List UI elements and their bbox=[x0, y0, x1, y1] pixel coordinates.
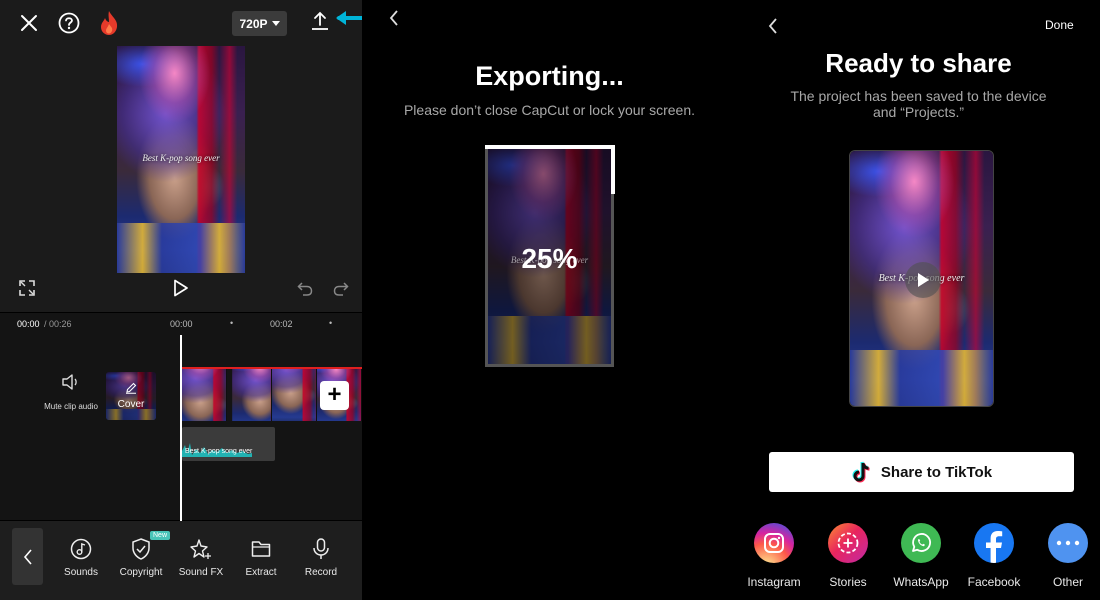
tool-extract[interactable]: Extract bbox=[231, 537, 291, 578]
clip-frame bbox=[227, 369, 272, 421]
progress-border-top bbox=[485, 145, 614, 149]
tool-sounds[interactable]: Sounds bbox=[51, 537, 111, 578]
current-time: 00:00 bbox=[17, 319, 40, 329]
share-title: Ready to share bbox=[825, 48, 1012, 78]
mute-clip-audio-label[interactable]: Mute clip audio bbox=[40, 402, 102, 411]
share-whatsapp[interactable]: WhatsApp bbox=[886, 523, 956, 589]
share-target-label: WhatsApp bbox=[893, 575, 949, 589]
annotation-arrow-icon bbox=[335, 9, 362, 27]
toolbar-back-button[interactable] bbox=[12, 528, 43, 585]
tool-sound-fx[interactable]: Sound FX bbox=[171, 537, 231, 578]
tool-copyright[interactable]: Copyright bbox=[111, 537, 171, 578]
speaker-icon[interactable] bbox=[60, 373, 80, 391]
video-preview[interactable]: Best K-pop song ever bbox=[117, 46, 245, 273]
export-percentage: 25% bbox=[521, 243, 578, 274]
play-icon[interactable] bbox=[171, 278, 191, 298]
exporting-panel: Exporting... Please don’t close CapCut o… bbox=[362, 0, 737, 600]
sparkle-star-icon bbox=[171, 537, 231, 561]
clip-frame bbox=[272, 369, 317, 421]
fullscreen-icon[interactable] bbox=[18, 279, 36, 297]
text-track-label: Best K-pop song ever bbox=[185, 448, 253, 455]
tool-label: Extract bbox=[245, 567, 277, 578]
ruler-dot: • bbox=[329, 318, 333, 328]
tool-label: Record bbox=[304, 567, 338, 578]
cover-button[interactable]: Cover bbox=[106, 372, 156, 420]
facebook-icon bbox=[974, 523, 1014, 563]
exporting-subtitle: Please don’t close CapCut or lock your s… bbox=[403, 102, 696, 118]
editor-panel: 720P Best K-pop song ever 00:00 / 00:26 … bbox=[0, 0, 362, 600]
back-chevron-icon[interactable] bbox=[384, 8, 404, 28]
share-to-tiktok-label: Share to TikTok bbox=[880, 463, 993, 481]
clip-frame bbox=[182, 369, 227, 421]
share-target-label: Facebook bbox=[967, 575, 1021, 589]
share-target-label: Instagram bbox=[747, 575, 801, 589]
tool-record[interactable]: Record bbox=[291, 537, 351, 578]
redo-icon[interactable] bbox=[332, 279, 350, 297]
ruler-mark: 00:00 bbox=[170, 319, 193, 329]
shield-check-icon bbox=[111, 537, 171, 561]
ruler-mark: 00:02 bbox=[270, 319, 293, 329]
progress-border-right bbox=[611, 145, 615, 194]
video-caption: Best K-pop song ever bbox=[142, 153, 220, 163]
share-target-label: Stories bbox=[829, 575, 867, 589]
tiktok-icon bbox=[852, 461, 870, 483]
undo-icon[interactable] bbox=[296, 279, 314, 297]
share-panel: Done Ready to share The project has been… bbox=[737, 0, 1100, 600]
share-stories[interactable]: Stories bbox=[813, 523, 883, 589]
export-upload-icon[interactable] bbox=[309, 10, 331, 32]
pencil-icon bbox=[124, 381, 138, 395]
flame-icon[interactable] bbox=[97, 9, 121, 37]
share-facebook[interactable]: Facebook bbox=[959, 523, 1029, 589]
folder-icon bbox=[231, 537, 291, 561]
tool-label: Copyright bbox=[119, 567, 163, 578]
exported-video-preview[interactable]: Best K-pop song ever bbox=[849, 150, 994, 407]
chevron-left-icon bbox=[23, 548, 32, 565]
total-time: / 00:26 bbox=[44, 319, 72, 329]
share-to-tiktok-button[interactable]: Share to TikTok bbox=[769, 452, 1074, 492]
add-clip-button[interactable]: + bbox=[320, 381, 349, 410]
playhead[interactable] bbox=[180, 335, 182, 521]
instagram-icon bbox=[754, 523, 794, 563]
time-ruler: 00:00 / 00:26 00:00 • 00:02 • bbox=[0, 313, 362, 335]
exporting-title: Exporting... bbox=[475, 61, 624, 91]
caret-down-icon bbox=[271, 21, 280, 26]
help-icon[interactable] bbox=[57, 11, 81, 35]
text-track-clip[interactable]: Best K-pop song ever bbox=[182, 427, 275, 461]
done-button[interactable]: Done bbox=[1045, 18, 1074, 32]
share-other[interactable]: Other bbox=[1033, 523, 1100, 589]
resolution-label: 720P bbox=[239, 16, 268, 31]
export-progress-preview: Best K-pop song ever 25% bbox=[485, 145, 615, 367]
whatsapp-icon bbox=[901, 523, 941, 563]
music-note-icon bbox=[51, 537, 111, 561]
new-badge: New bbox=[150, 531, 171, 540]
close-icon[interactable] bbox=[17, 11, 41, 35]
cover-label: Cover bbox=[117, 399, 145, 410]
stories-icon bbox=[828, 523, 868, 563]
ruler-dot: • bbox=[230, 318, 234, 328]
share-instagram[interactable]: Instagram bbox=[739, 523, 809, 589]
share-subtitle: The project has been saved to the device… bbox=[790, 88, 1047, 120]
tool-label: Sounds bbox=[64, 567, 98, 578]
more-icon bbox=[1048, 523, 1088, 563]
tool-label: Sound FX bbox=[178, 567, 224, 578]
microphone-icon bbox=[291, 537, 351, 561]
play-icon[interactable] bbox=[905, 262, 941, 298]
resolution-dropdown[interactable]: 720P bbox=[232, 11, 287, 36]
back-chevron-icon[interactable] bbox=[763, 16, 783, 36]
share-target-label: Other bbox=[1052, 575, 1083, 589]
